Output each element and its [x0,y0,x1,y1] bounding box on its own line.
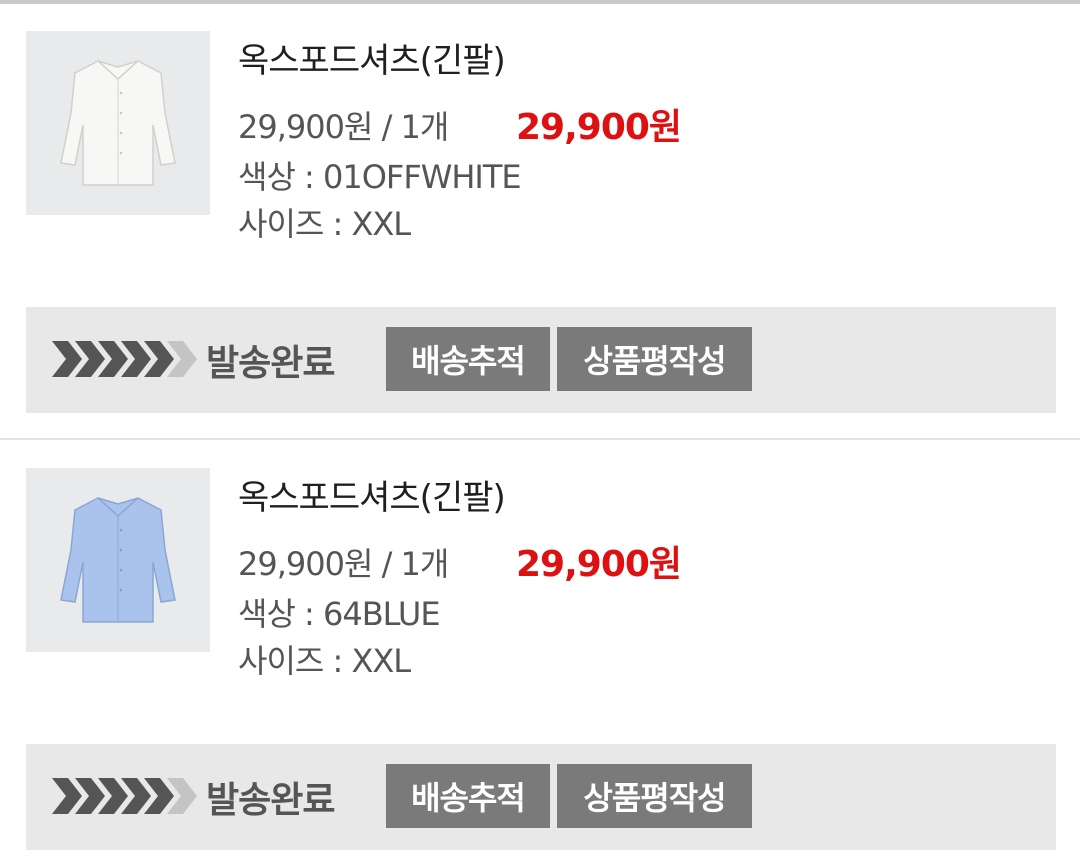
order-item: 옥스포드셔츠(긴팔) 29,900원 / 1개 29,900원 색상 : 64B… [0,468,1080,868]
shipping-status: 발송완료 [206,343,335,384]
total-price: 29,900원 [516,544,682,585]
order-status-bar: 발송완료 배송추적 상품평작성 [26,744,1056,850]
unit-price: 29,900원 / 1개 [238,545,449,583]
progress-arrows-icon [52,341,197,377]
track-delivery-button[interactable]: 배송추적 [386,764,550,828]
order-status-bar: 발송완료 배송추적 상품평작성 [26,307,1056,413]
product-name[interactable]: 옥스포드셔츠(긴팔) [238,33,506,82]
shipping-status: 발송완료 [206,780,335,821]
shirt-icon [60,497,176,623]
product-thumbnail[interactable] [26,31,210,215]
color-option: 색상 : 64BLUE [238,595,441,633]
track-delivery-button[interactable]: 배송추적 [386,327,550,391]
total-price: 29,900원 [516,107,682,148]
size-option: 사이즈 : XXL [238,642,411,680]
top-divider [0,0,1080,4]
write-review-button[interactable]: 상품평작성 [557,764,752,828]
color-option: 색상 : 01OFFWHITE [238,158,522,196]
product-name[interactable]: 옥스포드셔츠(긴팔) [238,470,506,519]
progress-arrows-icon [52,778,197,814]
write-review-button[interactable]: 상품평작성 [557,327,752,391]
product-thumbnail[interactable] [26,468,210,652]
shirt-icon [60,60,176,186]
size-option: 사이즈 : XXL [238,205,411,243]
item-divider [0,438,1080,440]
order-item: 옥스포드셔츠(긴팔) 29,900원 / 1개 29,900원 색상 : 01O… [0,31,1080,431]
unit-price: 29,900원 / 1개 [238,108,449,146]
